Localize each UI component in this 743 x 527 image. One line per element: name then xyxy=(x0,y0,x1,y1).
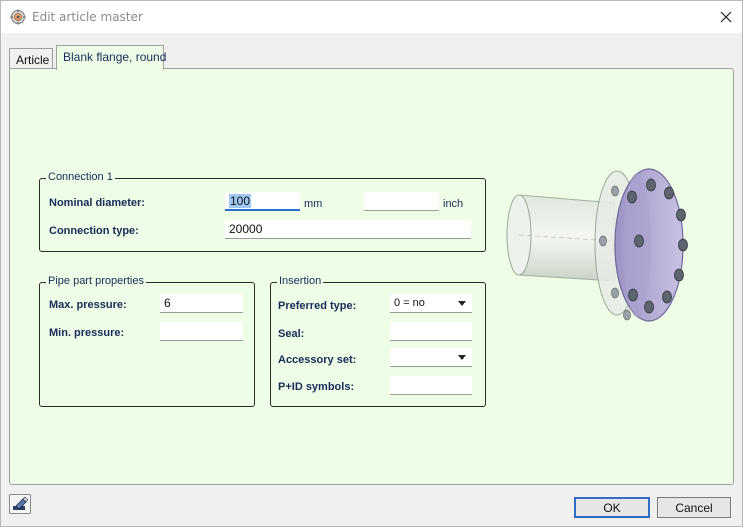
dialog-footer: OK Cancel xyxy=(1,487,742,526)
inch-unit-label: inch xyxy=(443,198,464,210)
nominal-diameter-inch-input[interactable] xyxy=(364,192,439,211)
connection-group: Connection 1 xyxy=(39,171,486,252)
preferred-type-value: 0 = no xyxy=(394,297,425,309)
connection-type-label: Connection type: xyxy=(49,225,139,237)
pipe-part-legend: Pipe part properties xyxy=(46,275,146,287)
nominal-diameter-input[interactable]: 100 xyxy=(225,192,300,211)
seal-input[interactable] xyxy=(390,322,472,341)
edit-button[interactable] xyxy=(9,494,31,514)
gear-wheel-icon xyxy=(10,9,26,25)
chevron-down-icon xyxy=(458,301,466,306)
max-pressure-input[interactable]: 6 xyxy=(160,294,243,313)
tab-blank-flange-round[interactable]: Blank flange, round xyxy=(56,45,166,70)
pid-symbols-input[interactable] xyxy=(390,376,472,395)
edit-article-master-dialog: Edit article master Article Blank flange… xyxy=(0,0,743,527)
accessory-set-select[interactable] xyxy=(390,348,472,367)
max-pressure-label: Max. pressure: xyxy=(49,299,127,311)
accessory-set-label: Accessory set: xyxy=(278,354,357,366)
tab-article[interactable]: Article xyxy=(9,48,53,70)
preferred-type-label: Preferred type: xyxy=(278,300,357,312)
title-bar: Edit article master xyxy=(1,1,742,33)
nominal-diameter-label: Nominal diameter: xyxy=(49,197,145,209)
blank-flange-3d-image xyxy=(499,163,699,338)
preferred-type-select[interactable]: 0 = no xyxy=(390,294,472,313)
cancel-button[interactable]: Cancel xyxy=(657,497,731,518)
close-icon xyxy=(720,11,732,23)
connection-type-input[interactable]: 20000 xyxy=(225,220,471,239)
close-button[interactable] xyxy=(711,5,741,29)
pid-symbols-label: P+ID symbols: xyxy=(278,381,355,393)
mm-unit-label: mm xyxy=(304,198,323,210)
min-pressure-label: Min. pressure: xyxy=(49,327,125,339)
seal-label: Seal: xyxy=(278,328,305,340)
connection-legend: Connection 1 xyxy=(46,171,115,183)
insertion-legend: Insertion xyxy=(277,275,324,287)
edit-pencil-icon xyxy=(13,497,28,510)
ok-button[interactable]: OK xyxy=(574,497,650,518)
chevron-down-icon xyxy=(458,355,466,360)
min-pressure-input[interactable] xyxy=(160,322,243,341)
window-title: Edit article master xyxy=(32,10,143,24)
